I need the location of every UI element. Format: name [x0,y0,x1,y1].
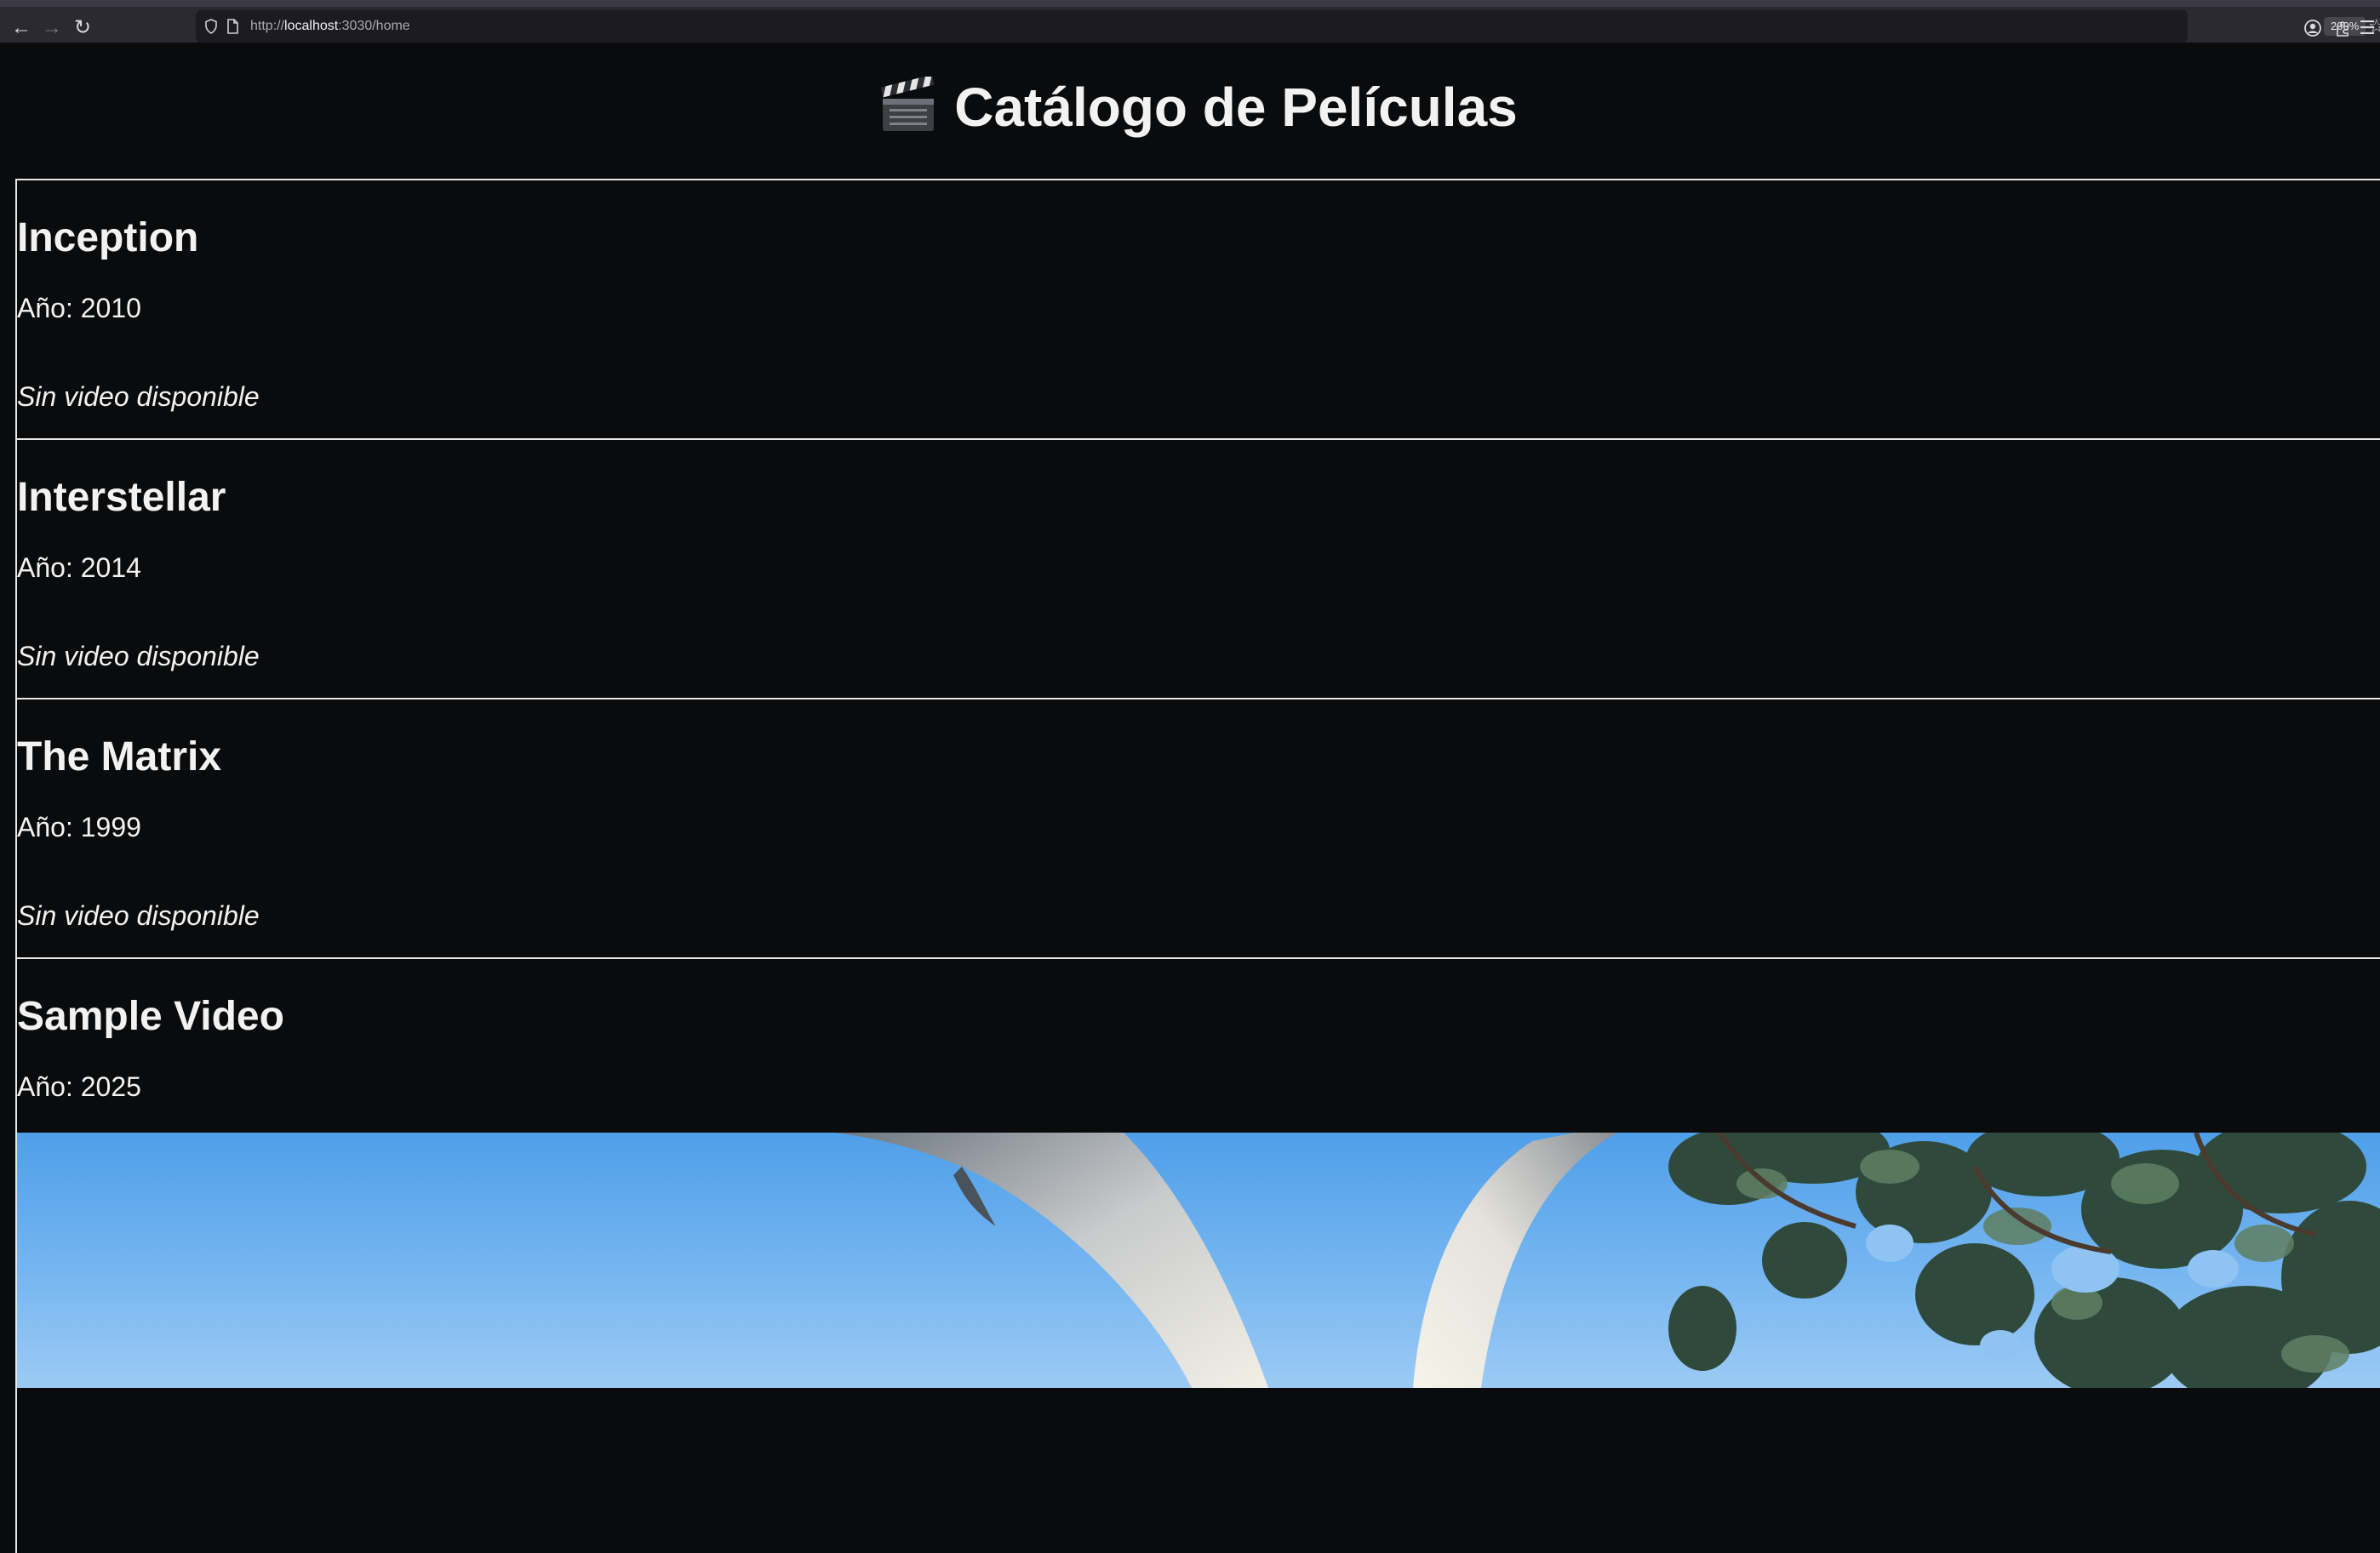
menu-hamburger-icon[interactable]: ☰ [2354,14,2380,43]
movie-card: The Matrix Año: 1999 Sin video disponibl… [15,698,2380,959]
page-info-icon[interactable] [226,10,238,43]
url-text[interactable]: http://localhost:3030/home [250,10,410,43]
no-video-message: Sin video disponible [17,900,260,931]
movie-list: Inception Año: 2010 Sin video disponible… [15,179,2380,1553]
address-bar[interactable]: http://localhost:3030/home 200% ☆ [196,10,2380,43]
url-scheme: http:// [250,19,285,33]
url-path: :3030/home [338,19,410,33]
browser-toolbar: ← → ↻ http://localhost:3030/home 200% ☆ [0,0,2380,43]
movie-year: Año: 1999 [17,812,141,842]
extensions-icon[interactable] [2329,14,2358,43]
movie-card: Inception Año: 2010 Sin video disponible [15,179,2380,440]
video-player[interactable] [17,1133,2380,1388]
video-frame [17,1133,2380,1388]
movie-year: Año: 2025 [17,1071,141,1102]
movie-title: Interstellar [17,475,226,520]
movie-card: Sample Video Año: 2025 [15,957,2380,1553]
url-host: localhost [284,19,339,33]
movie-year: Año: 2014 [17,552,141,583]
account-icon[interactable] [2298,14,2327,43]
movie-title: Inception [17,215,199,260]
movie-title: Sample Video [17,994,284,1039]
reload-icon[interactable]: ↻ [68,14,97,43]
page-title: Catálogo de Películas [0,73,2380,141]
page-title-text: Catálogo de Películas [954,77,1518,138]
no-video-message: Sin video disponible [17,641,260,671]
shield-icon[interactable] [204,10,218,43]
page-content: Catálogo de Películas Inception Año: 201… [0,43,2380,1553]
no-video-message: Sin video disponible [17,381,260,412]
forward-arrow-icon[interactable]: → [37,14,66,43]
movie-title: The Matrix [17,734,222,779]
movie-year: Año: 2010 [17,293,141,323]
clapper-board-icon [880,77,935,131]
movie-card: Interstellar Año: 2014 Sin video disponi… [15,438,2380,699]
back-arrow-icon[interactable]: ← [7,14,36,43]
